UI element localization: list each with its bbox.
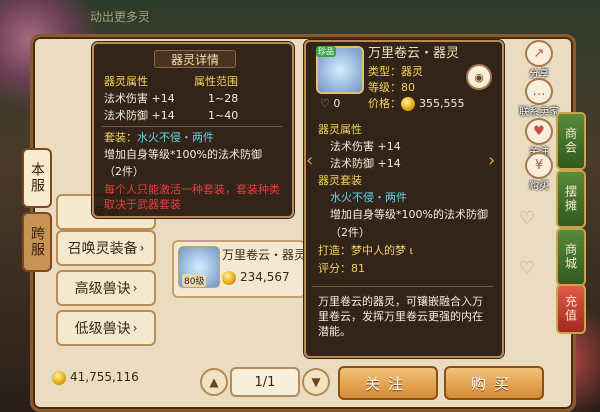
set-effect: 增加自身等级*100%的法术防御 — [330, 208, 488, 221]
coin-balance: 41,755,116 — [52, 370, 139, 385]
attr-range: 1~28 — [208, 92, 239, 105]
chat-icon: … — [525, 78, 553, 105]
item-detail-tooltip: 珍品 万里卷云・器灵 ◉ 类型：器灵 等级：80 ♡ 0 价格： 355,555 … — [304, 40, 504, 358]
like-heart-icon[interactable]: ♡ — [320, 97, 330, 110]
tooltip-title: 器灵详情 — [154, 50, 236, 68]
tab-local-server[interactable]: 本服 — [22, 148, 52, 208]
attr-line: 法术伤害 +14 — [330, 140, 401, 153]
coin-icon — [222, 270, 236, 285]
buy-button[interactable]: 购买 — [444, 366, 544, 400]
type-label: 类型： — [368, 65, 401, 78]
listing-name: 万里卷云・器灵 — [222, 248, 307, 262]
item-description: 万里卷云的器灵，可镶嵌融合入万里卷云，发挥万里卷云更强的内在潜能。 — [318, 295, 483, 338]
prev-arrow-icon[interactable]: ‹ — [306, 150, 313, 171]
set-effect: 增加自身等级*100%的法术防御 — [104, 148, 262, 161]
tab-mall[interactable]: 商城 — [556, 228, 586, 286]
page-indicator: 1/1 — [230, 367, 300, 397]
chevron-up-icon: ▲ — [209, 375, 219, 389]
forge-label: 打造： — [318, 244, 351, 257]
attr-name: 法术防御 +14 — [104, 109, 175, 122]
buy-side-button[interactable]: ¥ 购买 — [522, 152, 556, 192]
heart-icon[interactable]: ♡ — [514, 206, 540, 230]
score-value: 81 — [351, 262, 365, 275]
heart-icon[interactable]: ♡ — [514, 256, 540, 280]
tab-stall[interactable]: 摆摊 — [556, 170, 586, 228]
cart-icon: ¥ — [525, 152, 553, 179]
tab-recharge[interactable]: 充值 — [556, 284, 586, 334]
set-header: 器灵套装 — [318, 174, 362, 187]
attr-header: 器灵属性 — [318, 123, 362, 136]
item-icon: 珍品 — [316, 46, 364, 94]
col-header-range: 属性范围 — [194, 75, 238, 88]
category-summon-equipment[interactable]: 召唤灵装备 › — [56, 230, 156, 266]
price-label: 价格： — [368, 97, 401, 110]
price-value: 355,555 — [419, 97, 465, 110]
rarity-badge: 珍品 — [316, 46, 336, 57]
chevron-right-icon: › — [132, 281, 138, 295]
preview-eye-button[interactable]: ◉ — [466, 64, 492, 90]
contact-seller-label: 联系卖家 — [519, 107, 559, 118]
chevron-down-icon: ▼ — [311, 375, 321, 389]
share-icon: ↗ — [525, 40, 553, 67]
set-label: 套装： — [104, 131, 137, 144]
tab-chamber[interactable]: 商会 — [556, 112, 586, 170]
listing-card[interactable]: 万里卷云・器灵 80级 234,567 — [172, 240, 306, 298]
top-banner-text: 动出更多灵 — [90, 10, 151, 24]
set-pieces: （2件） — [104, 165, 144, 178]
set-warning: 每个人只能激活一种套装，套装种类取决于武器套装 — [104, 183, 280, 211]
eye-icon: ◉ — [474, 70, 484, 84]
page-up-button[interactable]: ▲ — [200, 368, 228, 396]
listing-level: 80级 — [182, 274, 207, 287]
level-label: 等级： — [368, 81, 401, 94]
divider — [102, 126, 282, 127]
category-basic-skill[interactable]: 低级兽诀 › — [56, 310, 156, 346]
tab-cross-server[interactable]: 跨服 — [22, 212, 52, 272]
set-pieces: （2件） — [330, 226, 370, 239]
follow-button[interactable]: 关注 — [338, 366, 438, 400]
score-label: 评分： — [318, 262, 351, 275]
category-label: 低级兽诀 — [74, 321, 131, 337]
spirit-detail-tooltip: 器灵详情 器灵属性 属性范围 法术伤害 +14 1~28 法术防御 +14 1~… — [92, 42, 294, 218]
chevron-right-icon: › — [139, 241, 145, 255]
type-value: 器灵 — [401, 65, 423, 78]
category-advanced-skill[interactable]: 高级兽诀 › — [56, 270, 156, 306]
category-label: 召唤灵装备 — [67, 241, 138, 257]
forge-value: 梦中人的梦 ι — [351, 244, 414, 257]
coin-balance-value: 41,755,116 — [70, 370, 139, 384]
attr-range: 1~40 — [208, 109, 239, 122]
level-value: 80 — [401, 81, 415, 94]
divider — [312, 286, 494, 287]
set-name: 水火不侵・两件 — [330, 191, 407, 204]
item-name: 万里卷云・器灵 — [368, 46, 460, 61]
listing-price: 234,567 — [240, 270, 290, 284]
next-arrow-icon[interactable]: › — [488, 150, 495, 171]
like-count: 0 — [333, 97, 341, 110]
chevron-right-icon: › — [132, 321, 138, 335]
share-button[interactable]: ↗ 分享 — [522, 40, 556, 80]
heart-icon: ♥ — [525, 118, 553, 145]
contact-seller-button[interactable]: … 联系卖家 — [519, 78, 559, 118]
coin-icon — [401, 97, 415, 111]
category-label: 高级兽诀 — [74, 281, 131, 297]
col-header-attr: 器灵属性 — [104, 75, 148, 88]
coin-icon — [52, 370, 66, 385]
page-down-button[interactable]: ▼ — [302, 368, 330, 396]
set-name: 水火不侵・两件 — [137, 131, 214, 144]
buy-label: 购买 — [529, 181, 549, 192]
attr-line: 法术防御 +14 — [330, 157, 401, 170]
attr-name: 法术伤害 +14 — [104, 92, 175, 105]
